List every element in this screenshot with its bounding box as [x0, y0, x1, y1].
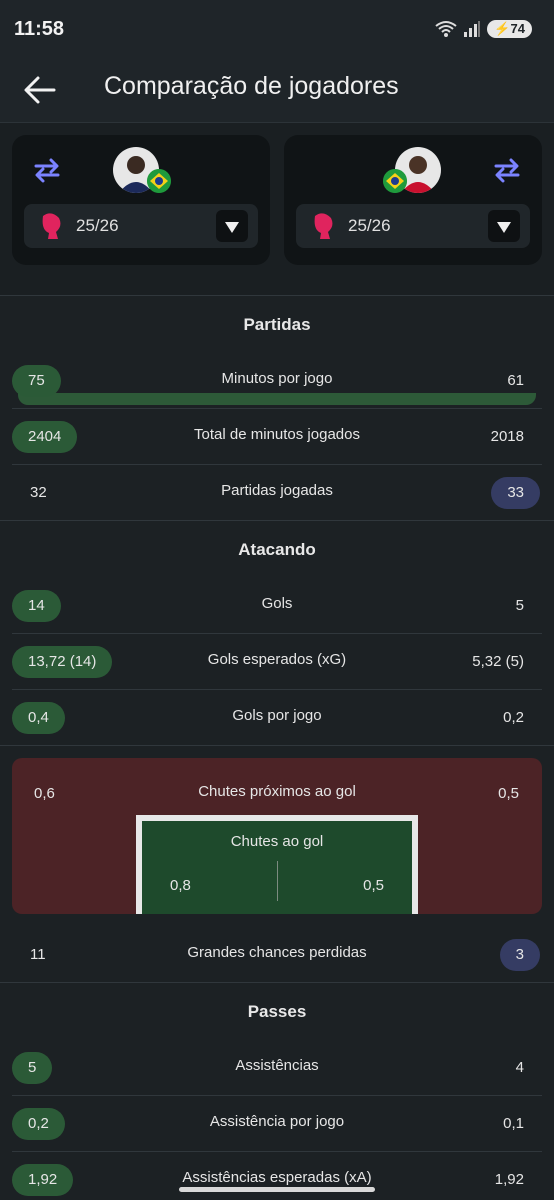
stat-row-grandes-chances: 11 Grandes chances perdidas 3: [0, 927, 554, 983]
battery-level: 74: [510, 21, 525, 36]
stat-right-value: 33: [491, 477, 540, 509]
stat-right-value: 1,92: [494, 1171, 524, 1188]
stat-row-chutes-proximos: 0,6 Chutes próximos ao gol 0,5: [12, 766, 542, 822]
goal-area: Chutes ao gol 0,8 0,5: [142, 821, 412, 914]
brazil-flag-icon: [383, 169, 407, 193]
divider: [0, 520, 554, 521]
status-icons: ⚡74: [435, 20, 532, 38]
stat-label: Assistência por jogo: [209, 1113, 345, 1130]
stat-label: Total de minutos jogados: [194, 426, 360, 443]
season-selector-left[interactable]: 25/26: [24, 204, 258, 248]
section-title-atacando: Atacando: [238, 540, 316, 559]
stat-right-value: 0,5: [363, 877, 384, 894]
stat-label: Chutes ao gol: [230, 833, 324, 850]
section-title-partidas: Partidas: [243, 315, 311, 334]
season-label: 25/26: [76, 216, 119, 235]
divider: [0, 295, 554, 296]
stat-row-partidas-jogadas: 32 Partidas jogadas 33: [0, 465, 554, 521]
stat-right-value: 3: [499, 939, 540, 971]
stat-left-value: 0,8: [170, 877, 191, 894]
home-indicator[interactable]: [179, 1187, 375, 1192]
player-card-left: 25/26: [12, 135, 270, 265]
stat-right-value: 0,5: [498, 785, 519, 802]
stat-label: Gols: [261, 595, 293, 612]
stat-right-value: 0,2: [503, 709, 524, 726]
stat-label: Gols esperados (xG): [207, 651, 347, 668]
premier-league-icon: [42, 213, 61, 239]
signal-icon: [464, 21, 481, 37]
stat-label: Grandes chances perdidas: [187, 944, 367, 961]
section-title-passes: Passes: [247, 1002, 307, 1021]
stat-right-value: 61: [507, 372, 524, 389]
premier-league-icon: [314, 213, 333, 239]
swap-icon[interactable]: [32, 155, 62, 185]
stat-right-value: 4: [515, 1059, 524, 1076]
divider: [0, 982, 554, 983]
stat-right-value: 2018: [490, 428, 524, 445]
shots-card: 0,6 Chutes próximos ao gol 0,5 Chutes ao…: [12, 758, 542, 914]
player-card-right: 25/26: [284, 135, 542, 265]
chevron-down-icon[interactable]: [488, 210, 520, 242]
page-title: Comparação de jogadores: [104, 72, 399, 100]
clock: 11:58: [14, 18, 65, 40]
season-selector-right[interactable]: 25/26: [296, 204, 530, 248]
battery-indicator: ⚡74: [487, 20, 532, 38]
wifi-icon: [435, 21, 457, 37]
stat-right-value: 0,1: [503, 1115, 524, 1132]
goal-divider: [277, 861, 278, 901]
app-bar: Comparação de jogadores: [0, 58, 554, 123]
stat-row-xa: 1,92 Assistências esperadas (xA) 1,92: [0, 1152, 554, 1200]
brazil-flag-icon: [147, 169, 171, 193]
stat-label: Assistências: [235, 1057, 319, 1074]
stat-label: Assistências esperadas (xA): [182, 1169, 372, 1186]
season-label: 25/26: [348, 216, 391, 235]
stat-row-assistencias: 5 Assistências 4: [0, 1040, 554, 1096]
stat-row-gols-por-jogo: 0,4 Gols por jogo 0,2: [0, 690, 554, 746]
chevron-down-icon[interactable]: [216, 210, 248, 242]
stat-label: Gols por jogo: [232, 707, 322, 724]
stat-row-minutos: 75 Minutos por jogo 61: [0, 353, 554, 409]
stat-label: Chutes próximos ao gol: [198, 783, 356, 800]
stat-label: Partidas jogadas: [221, 482, 333, 499]
stat-row-xg: 13,72 (14) Gols esperados (xG) 5,32 (5): [0, 634, 554, 690]
swap-icon[interactable]: [492, 155, 522, 185]
stat-right-value: 5,32 (5): [472, 653, 524, 670]
divider: [0, 745, 554, 746]
goal-frame: Chutes ao gol 0,8 0,5: [136, 815, 418, 914]
player-cards-area: 25/26 25/26: [0, 123, 554, 405]
stat-row-total-minutos: 2404 Total de minutos jogados 2018: [0, 409, 554, 465]
arrow-left-icon[interactable]: [22, 72, 58, 108]
stat-row-gols: 14 Gols 5: [0, 578, 554, 634]
stat-row-assistencia-por-jogo: 0,2 Assistência por jogo 0,1: [0, 1096, 554, 1152]
status-bar: 11:58 ⚡74: [0, 0, 554, 58]
stat-label: Minutos por jogo: [221, 370, 333, 387]
stat-right-value: 5: [515, 597, 524, 614]
